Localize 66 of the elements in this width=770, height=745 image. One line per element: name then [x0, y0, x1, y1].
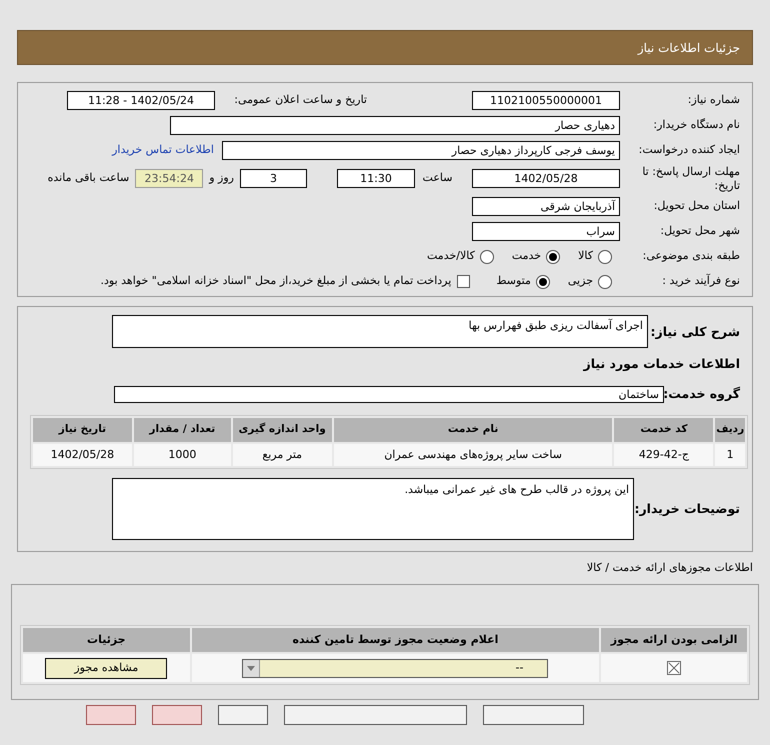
radio-button[interactable] [480, 250, 494, 264]
field-label: شرح کلی نیاز: [650, 323, 740, 341]
remaining-time-field: 23:54:24 [135, 169, 204, 188]
field-label: طبقه بندی موضوعی: [642, 248, 740, 264]
field-label: ساعت [422, 170, 454, 186]
table-cell: ج-42-429 [614, 444, 714, 466]
input-field[interactable]: یوسف فرجی کارپرداز دهیاری حصار [222, 141, 620, 160]
field-label: نام دستگاه خریدار: [652, 117, 740, 134]
action-button[interactable] [152, 705, 202, 725]
table-cell: متر مربع [232, 444, 332, 466]
option-label: خدمت [512, 248, 542, 264]
field-label: ساعت باقی مانده [48, 170, 130, 186]
field-label: گروه خدمت: [664, 384, 740, 403]
table-cell: 1 [715, 444, 745, 466]
field-label: مهلت ارسال پاسخ: تا تاریخ: [641, 164, 740, 192]
input-field[interactable]: ساختمان [114, 386, 664, 402]
field-label: روز و [209, 170, 234, 186]
radio-button[interactable] [598, 250, 612, 264]
action-button[interactable] [284, 705, 467, 725]
option-label: متوسط [496, 273, 531, 290]
column-header: نام خدمت [334, 418, 612, 442]
column-header: الزامی بودن ارائه مجوز [601, 628, 747, 652]
section-title: اطلاعات خدمات مورد نیاز [584, 354, 740, 373]
page-title: جزئیات اطلاعات نیاز [638, 40, 740, 56]
checkbox-label: پرداخت تمام یا بخشی از مبلغ خرید،از محل "اسناد خزانه اسلامی" خواهد بود. [100, 273, 452, 290]
input-field[interactable]: 11:30 [337, 169, 415, 188]
checkbox[interactable] [457, 275, 470, 288]
table-cell: 1000 [134, 444, 231, 466]
input-field[interactable]: 1402/05/28 [472, 169, 620, 188]
radio-button[interactable] [536, 274, 550, 288]
field-label: تاریخ و ساعت اعلان عمومی: [233, 92, 367, 108]
input-field[interactable]: آذربایجان شرقی [472, 197, 620, 216]
column-header: جزئیات [23, 628, 190, 652]
input-field[interactable]: 1102100550000001 [472, 91, 620, 110]
field-label: شماره نیاز: [686, 92, 740, 108]
input-field[interactable]: 3 [240, 169, 307, 188]
column-header: کد خدمت [614, 418, 714, 442]
radio-button[interactable] [598, 274, 612, 288]
input-field[interactable]: 1402/05/24 - 11:28 [67, 91, 215, 110]
option-label: کالا/خدمت [427, 248, 475, 264]
column-header: اعلام وضعیت مجوز توسط تامین کننده [192, 628, 600, 652]
table-cell: ساخت سایر پروژه‌های مهندسی عمران [334, 444, 612, 466]
action-button[interactable] [86, 705, 136, 725]
field-label: شهر محل تحویل: [659, 223, 740, 240]
option-label: جزیی [568, 273, 593, 290]
table-cell: 1402/05/28 [33, 444, 132, 466]
notes-box: این پروژه در قالب طرح های غیر عمرانی میباشد. [112, 478, 634, 540]
view-permit-button[interactable]: مشاهده مجوز [45, 658, 168, 678]
column-header: واحد اندازه گیری [232, 418, 332, 442]
status-dropdown[interactable]: -- [242, 658, 548, 678]
field-label: استان محل تحویل: [652, 198, 740, 214]
column-header: ردیف [715, 418, 745, 442]
field-label: ایجاد کننده درخواست: [638, 142, 740, 158]
field-label: توضیحات خریدار: [634, 500, 740, 518]
option-label: کالا [578, 248, 593, 264]
action-button[interactable] [218, 705, 268, 725]
input-field[interactable]: سراب [472, 222, 620, 241]
action-button[interactable] [483, 705, 584, 725]
section-title: اطلاعات مجوزهای ارائه خدمت / کالا [586, 560, 753, 576]
input-field[interactable]: دهیاری حصار [170, 116, 620, 135]
column-header: تعداد / مقدار [134, 418, 231, 442]
column-header: تاریخ نیاز [33, 418, 132, 442]
radio-button[interactable] [546, 250, 560, 264]
description-box: اجرای آسفالت ریزی طبق فهرارس بها [112, 315, 648, 348]
buyer-contact-link[interactable]: اطلاعات تماس خریدار [112, 142, 214, 159]
field-label: نوع فرآیند خرید : [661, 273, 740, 290]
